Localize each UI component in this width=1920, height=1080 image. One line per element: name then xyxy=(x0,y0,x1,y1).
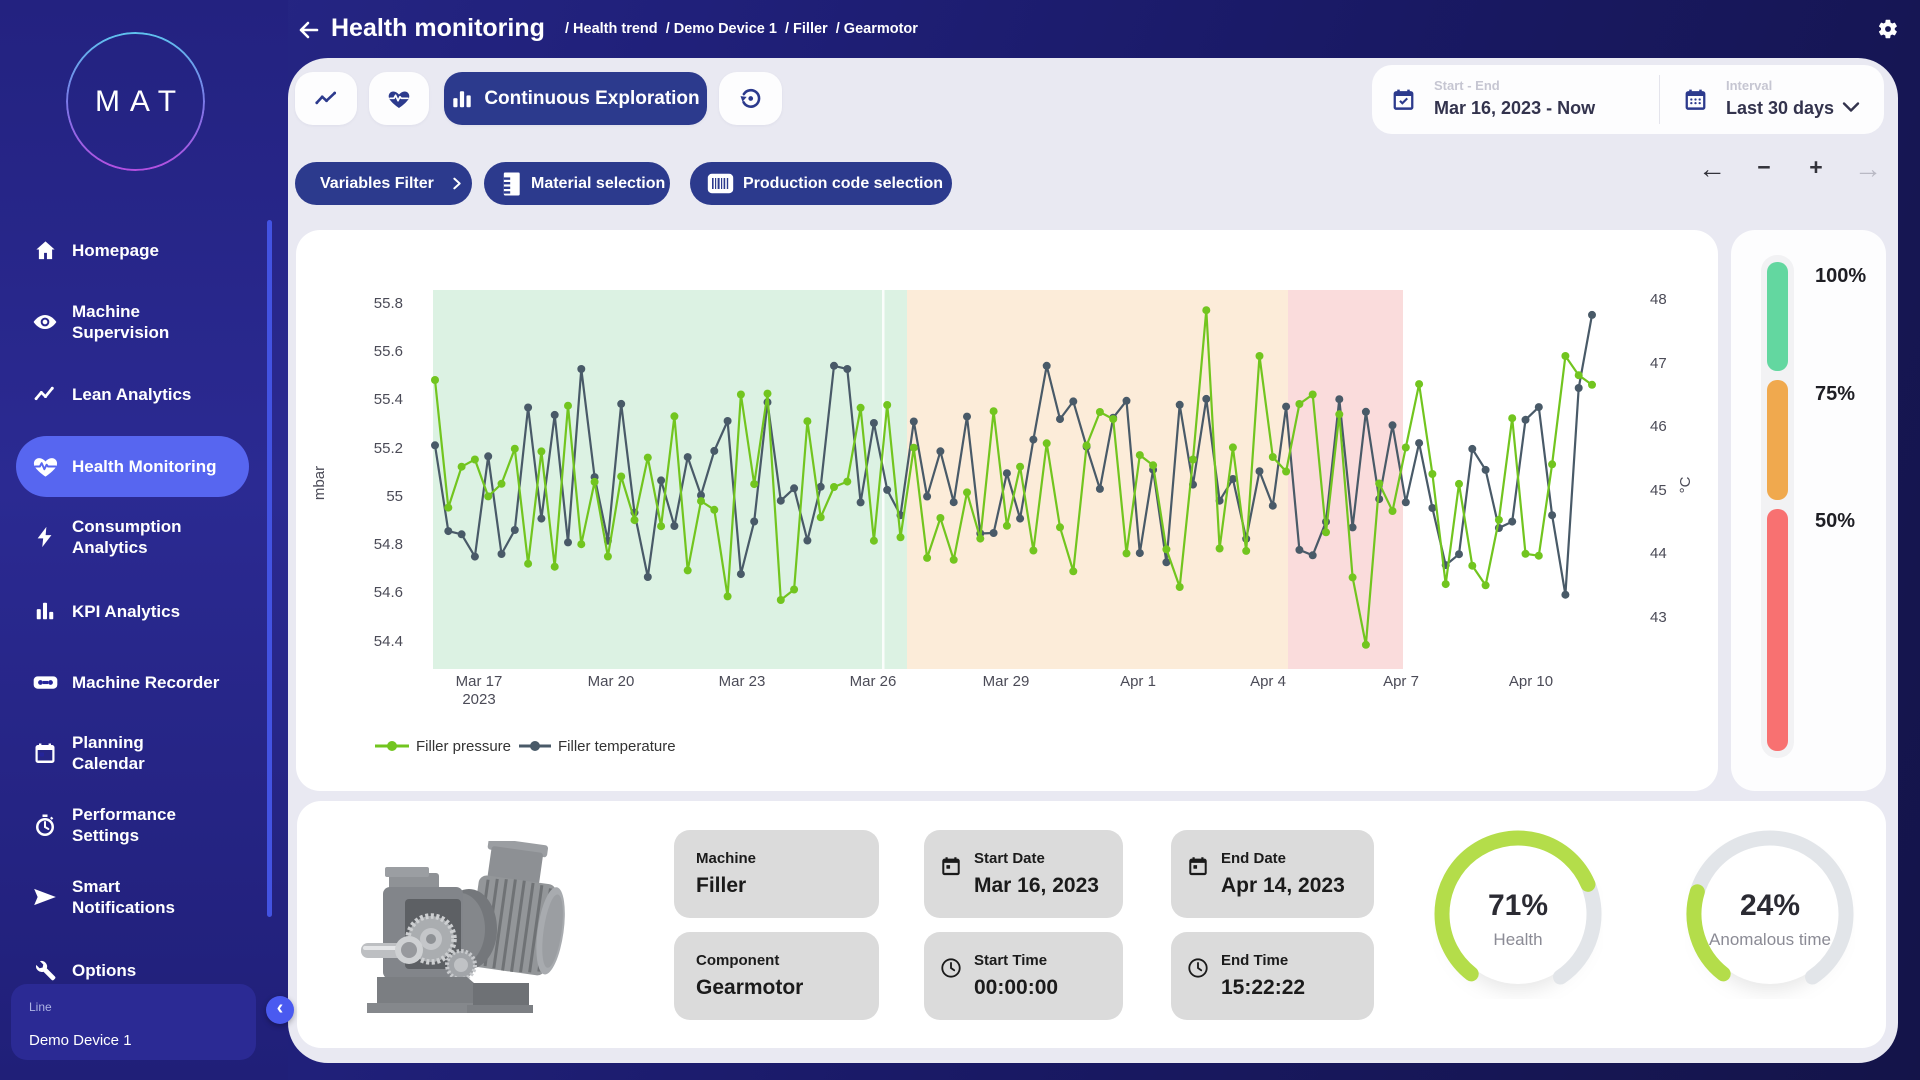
svg-text:55.6: 55.6 xyxy=(374,343,403,360)
svg-text:Apr 10: Apr 10 xyxy=(1509,673,1553,690)
svg-text:Filler pressure: Filler pressure xyxy=(416,738,511,755)
svg-text:55.4: 55.4 xyxy=(374,391,403,408)
svg-text:54.8: 54.8 xyxy=(374,536,403,553)
svg-text:55.2: 55.2 xyxy=(374,440,403,457)
svg-text:Filler temperature: Filler temperature xyxy=(558,738,676,755)
svg-text:48: 48 xyxy=(1650,291,1667,308)
svg-text:55.8: 55.8 xyxy=(374,295,403,312)
svg-text:Mar 20: Mar 20 xyxy=(588,673,635,690)
svg-text:47: 47 xyxy=(1650,355,1667,372)
svg-text:Mar 29: Mar 29 xyxy=(983,673,1030,690)
svg-text:54.6: 54.6 xyxy=(374,584,403,601)
svg-text:Mar 26: Mar 26 xyxy=(850,673,897,690)
svg-text:45: 45 xyxy=(1650,482,1667,499)
svg-text:Apr 7: Apr 7 xyxy=(1383,673,1419,690)
svg-text:Apr 4: Apr 4 xyxy=(1250,673,1286,690)
svg-text:46: 46 xyxy=(1650,418,1667,435)
svg-text:Mar 23: Mar 23 xyxy=(719,673,766,690)
svg-text:Mar 17: Mar 17 xyxy=(456,673,503,690)
svg-text:°C: °C xyxy=(1677,476,1694,493)
svg-text:43: 43 xyxy=(1650,609,1667,626)
svg-text:54.4: 54.4 xyxy=(374,633,403,650)
svg-text:55: 55 xyxy=(386,488,403,505)
svg-text:Apr 1: Apr 1 xyxy=(1120,673,1156,690)
svg-text:mbar: mbar xyxy=(311,466,328,500)
svg-text:2023: 2023 xyxy=(462,691,495,708)
svg-text:44: 44 xyxy=(1650,545,1667,562)
